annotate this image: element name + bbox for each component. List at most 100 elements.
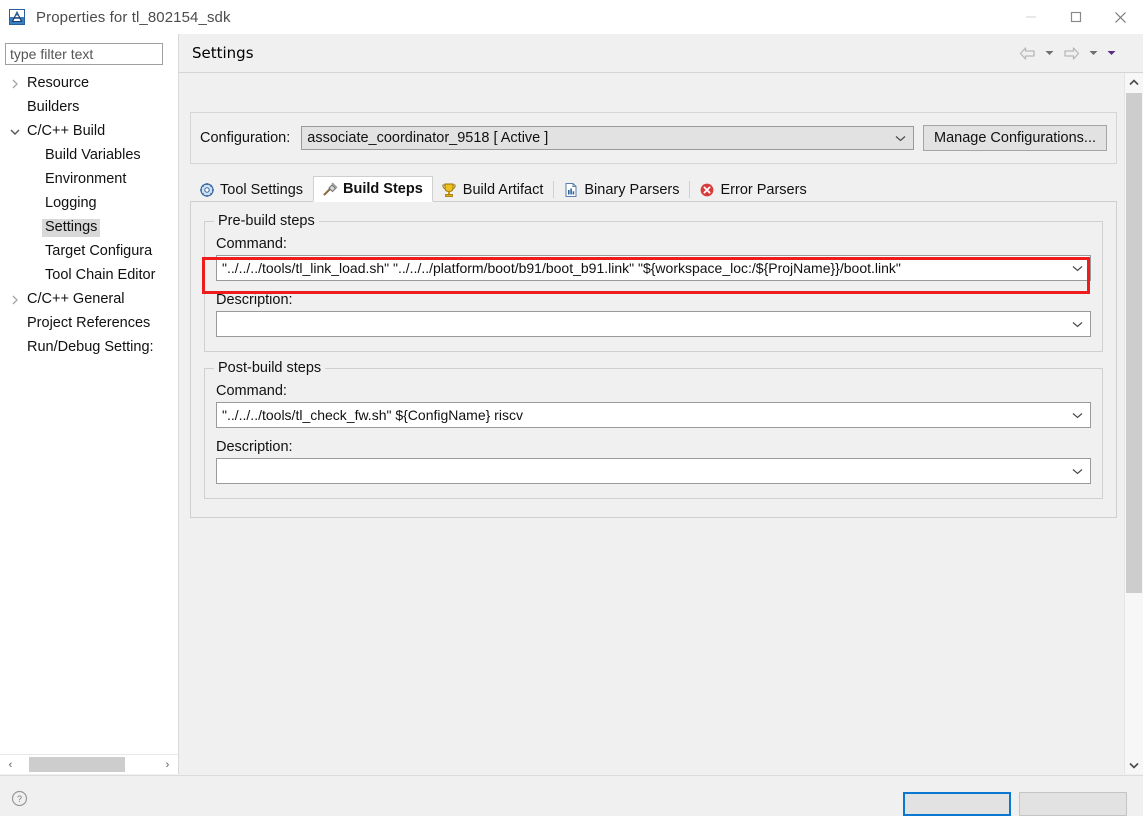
chevron-right-icon[interactable] — [6, 295, 24, 305]
post-build-description-label: Description: — [216, 439, 293, 455]
chevron-down-icon — [1071, 465, 1083, 477]
page-menu-caret-icon[interactable] — [1103, 41, 1119, 65]
sidebar-item-label: C/C++ General — [27, 291, 125, 308]
settings-content-area: Configuration: associate_coordinator_951… — [179, 73, 1125, 774]
sidebar-item-c-c-general[interactable]: C/C++ General — [0, 288, 178, 312]
sidebar-item-run-debug-setting[interactable]: Run/Debug Setting: — [0, 336, 178, 360]
sidebar-item-tool-chain-editor[interactable]: Tool Chain Editor — [0, 264, 178, 288]
post-build-command-label: Command: — [216, 383, 287, 399]
sidebar-item-label: Resource — [27, 75, 90, 92]
tab-binary-parsers[interactable]: Binary Parsers — [554, 176, 690, 202]
chevron-down-icon — [895, 132, 907, 144]
sidebar-item-label: C/C++ Build — [27, 123, 106, 140]
chevron-down-icon[interactable] — [6, 128, 24, 136]
pre-build-command-label: Command: — [216, 236, 287, 252]
minimize-button[interactable] — [1008, 0, 1053, 34]
dialog-footer: ? — [0, 775, 1143, 816]
content-vertical-scrollbar[interactable] — [1124, 73, 1143, 774]
sidebar-item-label: Project References — [27, 315, 151, 332]
settings-tabs: Tool Settings Build Steps Build Artifact Bi… — [190, 176, 1117, 202]
sidebar-item-target-configura[interactable]: Target Configura — [0, 240, 178, 264]
error-parsers-icon — [698, 181, 715, 198]
configuration-combo[interactable]: associate_coordinator_9518 [ Active ] — [301, 126, 914, 150]
post-build-command-combo[interactable]: "../../../tools/tl_check_fw.sh" ${Config… — [216, 402, 1091, 428]
tab-build-artifact[interactable]: Build Artifact — [432, 176, 554, 202]
tool-settings-icon — [198, 181, 215, 198]
sidebar-item-project-references[interactable]: Project References — [0, 312, 178, 336]
sidebar-item-label: Settings — [42, 219, 101, 237]
build-steps-panel: Pre-build steps Command: "../../../tools… — [190, 201, 1117, 518]
window-controls — [1008, 0, 1143, 34]
tab-label: Build Artifact — [462, 181, 544, 198]
sidebar-horizontal-scrollbar[interactable]: ‹ › — [0, 754, 178, 774]
page-header: Settings — [179, 34, 1143, 72]
sidebar-item-label: Builders — [27, 99, 80, 116]
sidebar-item-label: Target Configura — [45, 243, 153, 260]
help-icon[interactable]: ? — [11, 790, 28, 807]
page-title: Settings — [192, 44, 254, 62]
tab-tool-settings[interactable]: Tool Settings — [190, 176, 314, 202]
cancel-button[interactable] — [1019, 792, 1127, 816]
apply-and-close-button[interactable] — [903, 792, 1011, 816]
configuration-label: Configuration: — [200, 130, 291, 146]
sidebar-item-builders[interactable]: Builders — [0, 96, 178, 120]
sidebar-item-settings[interactable]: Settings — [0, 216, 178, 240]
post-build-command-value: "../../../tools/tl_check_fw.sh" ${Config… — [222, 407, 523, 423]
sidebar-item-label: Environment — [45, 171, 127, 188]
settings-content: Configuration: associate_coordinator_951… — [190, 112, 1117, 518]
pre-build-description-combo[interactable] — [216, 311, 1091, 337]
post-build-steps-group: Post-build steps Command: "../../../tool… — [204, 360, 1103, 499]
build-artifact-icon — [441, 181, 458, 198]
configuration-bar: Configuration: associate_coordinator_951… — [190, 112, 1117, 164]
sidebar-item-environment[interactable]: Environment — [0, 168, 178, 192]
sidebar-item-label: Logging — [45, 195, 97, 212]
sidebar-item-c-c-build[interactable]: C/C++ Build — [0, 120, 178, 144]
tab-label: Tool Settings — [220, 181, 304, 198]
chevron-down-icon — [1071, 318, 1083, 330]
properties-sidebar: Resource Builders C/C++ Build Build Variabl… — [0, 34, 179, 774]
filter-input-wrapper[interactable] — [5, 43, 163, 65]
scroll-down-arrow-icon[interactable] — [1125, 756, 1143, 774]
scroll-up-arrow-icon[interactable] — [1125, 73, 1143, 91]
forward-arrow-icon[interactable] — [1059, 41, 1083, 65]
sidebar-item-label: Build Variables — [45, 147, 141, 164]
close-button[interactable] — [1098, 0, 1143, 34]
pre-build-command-combo[interactable]: "../../../tools/tl_link_load.sh" "../../… — [216, 255, 1091, 281]
scroll-right-arrow-icon[interactable]: › — [157, 755, 178, 774]
back-arrow-icon[interactable] — [1015, 41, 1039, 65]
forward-history-caret-icon[interactable] — [1085, 41, 1101, 65]
tab-error-parsers[interactable]: Error Parsers — [690, 176, 817, 202]
post-build-description-combo[interactable] — [216, 458, 1091, 484]
pre-build-command-value: "../../../tools/tl_link_load.sh" "../../… — [222, 260, 901, 276]
sidebar-item-label: Run/Debug Setting: — [27, 339, 154, 356]
svg-text:?: ? — [17, 794, 22, 804]
page-nav-icons — [1015, 41, 1119, 65]
maximize-button[interactable] — [1053, 0, 1098, 34]
sidebar-item-logging[interactable]: Logging — [0, 192, 178, 216]
chevron-right-icon[interactable] — [6, 79, 24, 89]
pre-build-description-label: Description: — [216, 292, 293, 308]
app-logo-icon — [8, 8, 26, 26]
manage-configurations-button[interactable]: Manage Configurations... — [922, 125, 1107, 151]
binary-parsers-icon — [562, 181, 579, 198]
tab-label: Error Parsers — [720, 181, 807, 198]
configuration-value: associate_coordinator_9518 [ Active ] — [307, 130, 549, 146]
content-scroll-thumb[interactable] — [1126, 93, 1142, 593]
chevron-down-icon — [1071, 409, 1083, 421]
properties-tree: Resource Builders C/C++ Build Build Variabl… — [0, 72, 178, 360]
build-steps-icon — [321, 181, 338, 198]
window-title: Properties for tl_802154_sdk — [36, 8, 231, 26]
sidebar-item-label: Tool Chain Editor — [45, 267, 156, 284]
sidebar-scroll-track[interactable] — [21, 755, 157, 774]
settings-panel: Settings Configuration: associate_coordi… — [179, 34, 1143, 774]
post-build-steps-legend: Post-build steps — [214, 360, 326, 376]
chevron-down-icon — [1071, 262, 1083, 274]
scroll-left-arrow-icon[interactable]: ‹ — [0, 755, 21, 774]
sidebar-item-build-variables[interactable]: Build Variables — [0, 144, 178, 168]
back-history-caret-icon[interactable] — [1041, 41, 1057, 65]
tab-build-steps[interactable]: Build Steps — [313, 176, 433, 202]
filter-input[interactable] — [10, 46, 158, 62]
pre-build-steps-group: Pre-build steps Command: "../../../tools… — [204, 213, 1103, 352]
sidebar-item-resource[interactable]: Resource — [0, 72, 178, 96]
sidebar-scroll-thumb[interactable] — [29, 757, 125, 772]
